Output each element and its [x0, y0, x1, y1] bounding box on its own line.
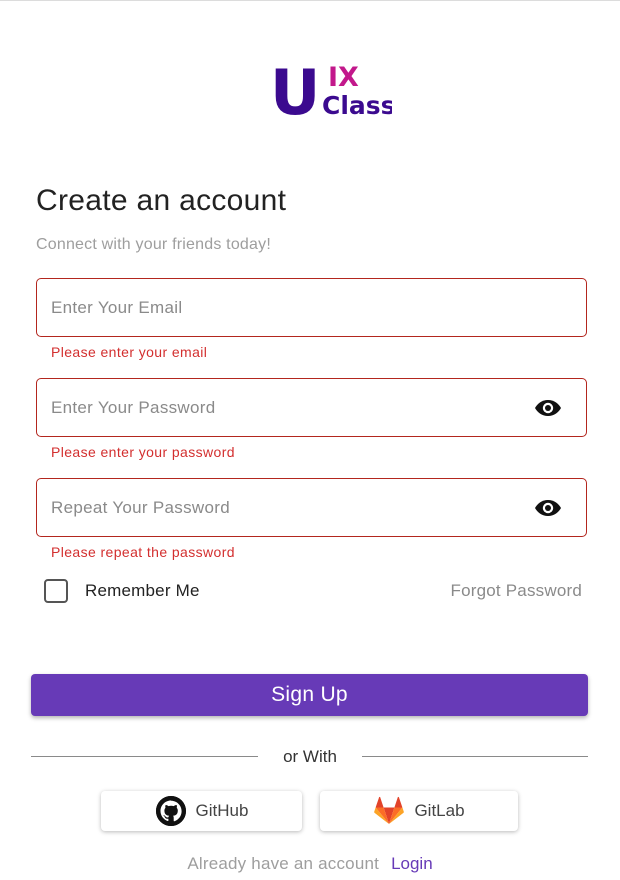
uix-class-logo: U IX Class	[270, 60, 392, 120]
github-icon	[155, 795, 187, 827]
remember-me-label: Remember Me	[85, 581, 200, 600]
logo-text-bottom: Class	[322, 91, 392, 120]
github-button[interactable]: GitHub	[101, 791, 302, 831]
remember-me-toggle[interactable]: Remember Me	[44, 579, 200, 603]
logo-text-top: IX	[328, 62, 359, 93]
page-subtitle: Connect with your friends today!	[36, 236, 271, 253]
remember-me-checkbox[interactable]	[44, 579, 68, 603]
email-input[interactable]	[37, 279, 586, 336]
password-field[interactable]	[36, 378, 587, 437]
logo-letter: U	[270, 60, 320, 120]
password-error: Please enter your password	[51, 444, 235, 460]
eye-icon[interactable]	[534, 396, 562, 420]
divider-left	[31, 756, 258, 757]
forgot-password-link[interactable]: Forgot Password	[451, 581, 583, 601]
repeat-password-field[interactable]	[36, 478, 587, 537]
repeat-password-error: Please repeat the password	[51, 544, 235, 560]
page-title: Create an account	[36, 184, 287, 217]
repeat-password-input[interactable]	[37, 479, 586, 536]
login-link[interactable]: Login	[391, 854, 433, 873]
password-input[interactable]	[37, 379, 586, 436]
login-prompt: Already have an account Login	[0, 854, 620, 874]
email-field[interactable]	[36, 278, 587, 337]
eye-icon[interactable]	[534, 496, 562, 520]
login-prompt-text: Already have an account	[187, 854, 380, 873]
divider-label: or With	[283, 747, 337, 766]
sign-up-button[interactable]: Sign Up	[31, 674, 588, 716]
top-border	[0, 0, 620, 1]
divider-right	[362, 756, 588, 757]
github-label: GitHub	[195, 801, 249, 820]
gitlab-button[interactable]: GitLab	[320, 791, 518, 831]
email-error: Please enter your email	[51, 344, 208, 360]
gitlab-icon	[373, 795, 405, 827]
gitlab-label: GitLab	[414, 801, 465, 820]
